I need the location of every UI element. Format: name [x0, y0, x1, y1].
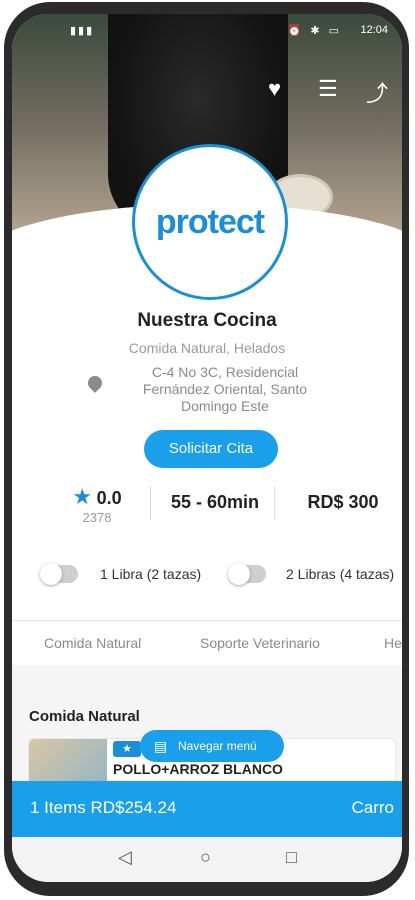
category-tabs: Comida Natural Soporte Veterinario He [12, 620, 402, 666]
cart-button[interactable]: Carro [351, 798, 394, 818]
rating-count: 2378 [82, 510, 112, 525]
share-icon[interactable]: ⤴ [366, 76, 388, 108]
recent-apps-icon[interactable]: □ [286, 847, 297, 868]
stats-row: ★ 0.0 2378 55 - 60min RD$ 300 [52, 482, 392, 528]
restaurant-logo: protect [132, 144, 288, 300]
product-badge: ★ [113, 741, 141, 757]
product-name: POLLO+ARROZ BLANCO [113, 761, 283, 777]
menu-icon[interactable]: ☰ [318, 76, 338, 102]
tab-soporte-veterinario[interactable]: Soporte Veterinario [200, 635, 320, 651]
min-price: RD$ 300 [307, 492, 379, 512]
tab-comida-natural[interactable]: Comida Natural [44, 635, 141, 651]
heart-icon[interactable]: ♥ [268, 76, 281, 102]
app-screen: ▮▮▮ ⏰ ✱ ▭ 12:04 ♥ ☰ ⤴ protect Nuestra Co… [12, 14, 402, 882]
navigate-menu-label: Navegar menú [178, 739, 257, 753]
request-appointment-button[interactable]: Solicitar Cita [144, 430, 278, 468]
option-label-2: 2 Libras (4 tazas) [286, 566, 395, 582]
navigate-menu-button[interactable]: ▤ Navegar menú [140, 730, 284, 762]
restaurant-name: Nuestra Cocina [137, 310, 277, 331]
home-icon[interactable]: ○ [200, 847, 211, 868]
rating-value: 0.0 [96, 488, 122, 508]
section-title: Comida Natural [29, 708, 140, 725]
cart-summary: 1 Items RD$254.24 [30, 798, 177, 817]
toggle-2-libras[interactable] [228, 563, 266, 585]
menu-book-icon: ▤ [154, 738, 168, 754]
tab-partial[interactable]: He [384, 635, 402, 651]
restaurant-address: C-4 No 3C, Residencial Fernández Orienta… [142, 364, 308, 414]
logo-text: protect [155, 202, 265, 241]
star-icon: ★ [72, 484, 93, 509]
signal-icon: ▮▮▮ [70, 25, 95, 37]
phone-device: ▮▮▮ ⏰ ✱ ▭ 12:04 ♥ ☰ ⤴ protect Nuestra Co… [0, 0, 415, 900]
restaurant-categories: Comida Natural, Helados [128, 340, 286, 356]
location-pin-icon [85, 373, 105, 393]
status-time: 12:04 [360, 24, 388, 36]
divider [150, 486, 151, 520]
status-bar: ▮▮▮ ⏰ ✱ ▭ 12:04 [12, 14, 402, 44]
rating: ★ 0.0 2378 [62, 484, 132, 525]
status-icons: ⏰ ✱ ▭ [287, 25, 342, 37]
delivery-time: 55 - 60min [170, 492, 260, 512]
divider [274, 486, 275, 520]
toggle-1-libra[interactable] [40, 563, 78, 585]
back-icon[interactable]: ◁ [118, 847, 132, 868]
android-nav-bar: ◁ ○ □ [12, 837, 402, 882]
option-label-1: 1 Libra (2 tazas) [100, 566, 202, 582]
size-options: 1 Libra (2 tazas) 2 Libras (4 tazas) [12, 562, 402, 592]
cart-bar[interactable]: 1 Items RD$254.24 Carro [12, 781, 402, 837]
